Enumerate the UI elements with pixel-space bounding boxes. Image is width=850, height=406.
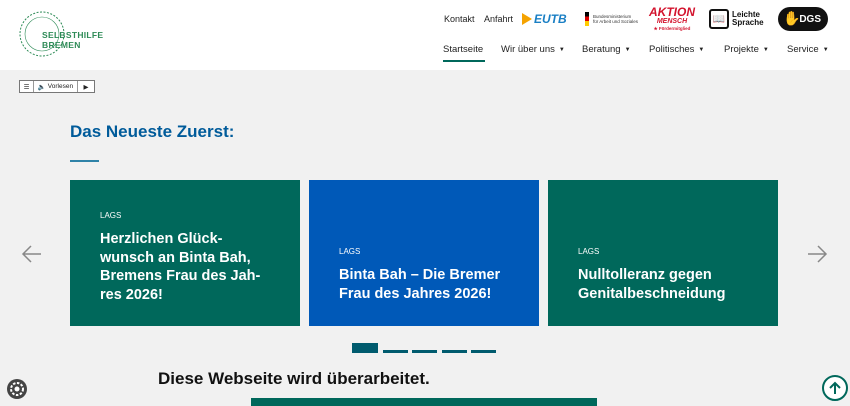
leichte-line2: Sprache: [732, 18, 764, 27]
headline-line: res 2026!: [100, 286, 163, 303]
aktion-member-text: ★ Fördermitglied: [653, 25, 691, 31]
eutb-logo[interactable]: EUTB: [522, 6, 576, 32]
eutb-play-icon: [522, 13, 532, 25]
german-flag-icon: [585, 12, 589, 26]
card-tag: LAGS: [100, 211, 122, 220]
book-icon: 📖: [709, 9, 729, 29]
carousel-dot-1[interactable]: [352, 343, 378, 353]
bmas-logo[interactable]: Bundesministerium für Arbeit und Soziale…: [585, 6, 641, 32]
nav-projekte[interactable]: Projekte ▼: [724, 44, 769, 55]
scroll-to-top-button[interactable]: [822, 375, 848, 401]
mensch-word: MENSCH: [656, 17, 688, 25]
site-header: SELBSTHILFE BREMEN Kontakt Anfahrt EUTB …: [0, 0, 850, 70]
bmas-line2: für Arbeit und Soziales: [593, 19, 639, 24]
read-aloud-label: Vorlesen: [47, 83, 74, 90]
arrow-right-icon[interactable]: [806, 242, 828, 266]
carousel-pagination: [352, 343, 501, 353]
nav-beratung-label: Beratung: [582, 44, 621, 55]
card-tag: LAGS: [578, 247, 600, 256]
nav-startseite-label: Startseite: [443, 44, 484, 55]
news-card-2[interactable]: LAGS Binta Bah – Die Bremer Frau des Jah…: [309, 180, 539, 326]
chevron-down-icon: ▼: [698, 46, 705, 53]
dgs-link[interactable]: ✋ DGS: [778, 6, 830, 32]
headline-line: Nulltolleranz gegen: [578, 267, 712, 283]
chevron-down-icon: ▼: [762, 46, 769, 53]
arrow-up-circle-icon: [829, 381, 841, 394]
sign-language-hand-icon: ✋: [783, 10, 801, 26]
nav-service-label: Service: [787, 44, 819, 55]
news-card-3[interactable]: LAGS Nulltolleranz gegen Genitalbeschnei…: [548, 180, 778, 326]
section-title: Das Neueste Zuerst:: [70, 122, 235, 141]
nav-service[interactable]: Service ▼: [787, 44, 829, 55]
headline-line: Bremens Frau des Jah-: [100, 268, 261, 284]
headline-line: Genitalbeschneidung: [578, 285, 726, 302]
hamburger-icon[interactable]: ☰: [20, 81, 34, 92]
chevron-down-icon: ▼: [624, 46, 631, 53]
nav-projekte-label: Projekte: [724, 44, 759, 55]
nav-startseite[interactable]: Startseite: [443, 44, 483, 55]
headline-line: wunsch an Binta Bah,: [100, 249, 251, 266]
card-headline: Herzlichen Glück- wunsch an Binta Bah, B…: [100, 230, 280, 304]
nav-active-indicator: [443, 60, 485, 62]
leichte-sprache-text: Leichte Sprache: [732, 11, 764, 27]
headline-line: Herzlichen Glück-: [100, 231, 223, 247]
dgs-label: DGS: [799, 13, 821, 25]
site-logo[interactable]: SELBSTHILFE BREMEN: [14, 6, 124, 62]
nav-politisches[interactable]: Politisches ▼: [649, 44, 704, 55]
leichte-sprache-link[interactable]: 📖 Leichte Sprache: [709, 6, 767, 32]
play-icon[interactable]: ▶: [78, 81, 94, 92]
logo-name: SELBSTHILFE BREMEN: [42, 30, 104, 50]
notice-banner: [251, 398, 597, 406]
chevron-down-icon: ▼: [822, 46, 829, 53]
carousel-dot-3[interactable]: [412, 350, 437, 353]
dgs-badge: ✋ DGS: [778, 7, 828, 31]
aktion-word: AKTION: [649, 4, 695, 19]
headline-line: Binta Bah – Die Bremer: [339, 267, 501, 283]
read-aloud-bar: ☰ 🔈 Vorlesen ▶: [19, 80, 95, 93]
nav-beratung[interactable]: Beratung ▼: [582, 44, 631, 55]
anfahrt-link[interactable]: Anfahrt: [484, 14, 513, 24]
nav-wir-ueber-uns-label: Wir über uns: [501, 44, 555, 55]
bmas-text: Bundesministerium für Arbeit und Soziale…: [593, 14, 638, 25]
aktion-mensch-logo[interactable]: AKTION MENSCH ★ Fördermitglied: [649, 4, 695, 32]
bmas-line1: Bundesministerium: [593, 13, 632, 19]
card-tag: LAGS: [339, 247, 361, 256]
speaker-icon: 🔈: [37, 83, 48, 91]
card-headline: Nulltolleranz gegen Genitalbeschneidung: [578, 266, 758, 303]
carousel-dot-4[interactable]: [441, 350, 467, 353]
arrow-left-icon[interactable]: [21, 242, 43, 266]
eutb-word: EUTB: [534, 12, 567, 26]
carousel-dot-2[interactable]: [382, 350, 408, 353]
gear-icon[interactable]: [6, 378, 28, 400]
read-aloud-button[interactable]: 🔈 Vorlesen: [34, 81, 78, 92]
news-card-1[interactable]: LAGS Herzlichen Glück- wunsch an Binta B…: [70, 180, 300, 326]
site-notice: Diese Webseite wird überarbeitet.: [158, 369, 430, 388]
headline-line: Frau des Jahres 2026!: [339, 285, 492, 302]
carousel-dot-5[interactable]: [471, 350, 496, 353]
card-headline: Binta Bah – Die Bremer Frau des Jahres 2…: [339, 266, 519, 303]
chevron-down-icon: ▼: [558, 46, 565, 53]
nav-politisches-label: Politisches: [649, 44, 695, 55]
nav-wir-ueber-uns[interactable]: Wir über uns ▼: [501, 44, 565, 55]
kontakt-link[interactable]: Kontakt: [444, 14, 475, 24]
title-underline: [70, 160, 99, 162]
